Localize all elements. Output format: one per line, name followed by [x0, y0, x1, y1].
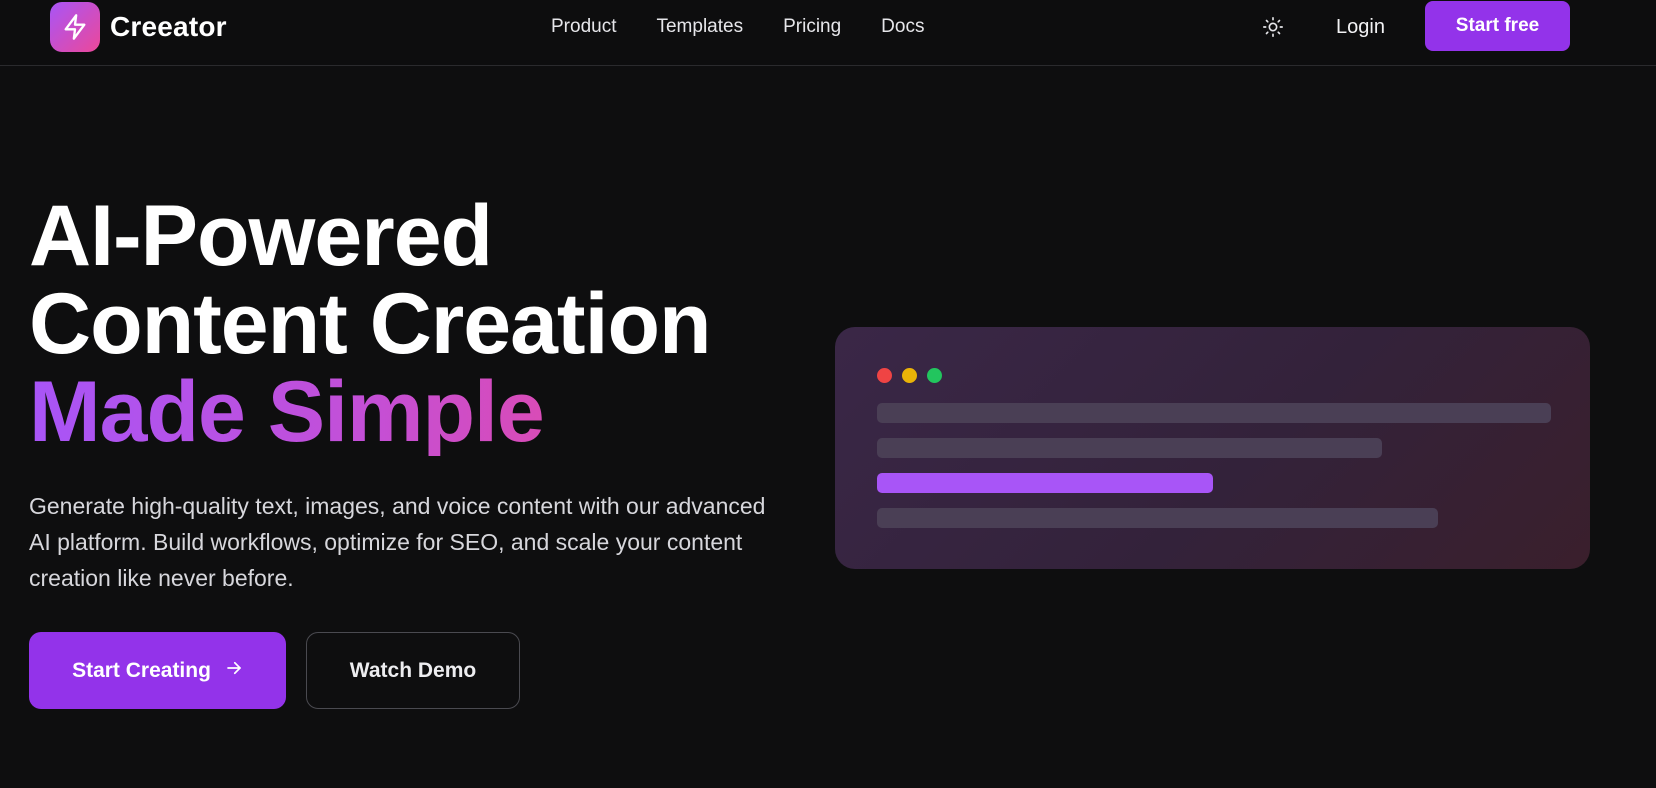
watch-demo-button[interactable]: Watch Demo	[306, 632, 520, 709]
hero-title-line-3: Made Simple	[29, 368, 711, 456]
lightning-bolt-icon	[50, 2, 100, 52]
nav-item-docs[interactable]: Docs	[881, 14, 924, 40]
arrow-right-icon	[225, 659, 243, 683]
window-minimize-dot	[902, 368, 917, 383]
brand-name: Creeator	[110, 11, 227, 42]
window-controls	[877, 368, 942, 383]
start-creating-label: Start Creating	[72, 658, 211, 682]
hero-title: AI-Powered Content Creation Made Simple	[29, 188, 712, 456]
placeholder-line	[877, 403, 1551, 423]
start-creating-button[interactable]: Start Creating	[29, 632, 286, 709]
site-header: Creeator Product Templates Pricing Docs …	[0, 0, 1656, 66]
nav-item-product[interactable]: Product	[551, 14, 616, 40]
nav-item-templates[interactable]: Templates	[656, 14, 743, 40]
login-link[interactable]: Login	[1336, 14, 1385, 40]
hero-title-line-1: AI-Powered	[29, 188, 493, 284]
nav-item-pricing[interactable]: Pricing	[783, 14, 841, 40]
window-maximize-dot	[927, 368, 942, 383]
hero-description: Generate high-quality text, images, and …	[29, 493, 766, 591]
start-free-button[interactable]: Start free	[1425, 1, 1570, 51]
logo-link[interactable]: Creeator	[50, 2, 227, 52]
placeholder-line	[877, 508, 1438, 528]
window-close-dot	[877, 368, 892, 383]
editor-preview-card	[835, 327, 1590, 569]
main-nav: Product Templates Pricing Docs	[551, 14, 924, 40]
hero-title-line-2: Content Creation	[29, 276, 712, 372]
sun-icon[interactable]	[1260, 14, 1286, 40]
highlighted-placeholder-line	[877, 473, 1213, 493]
placeholder-line	[877, 438, 1382, 458]
